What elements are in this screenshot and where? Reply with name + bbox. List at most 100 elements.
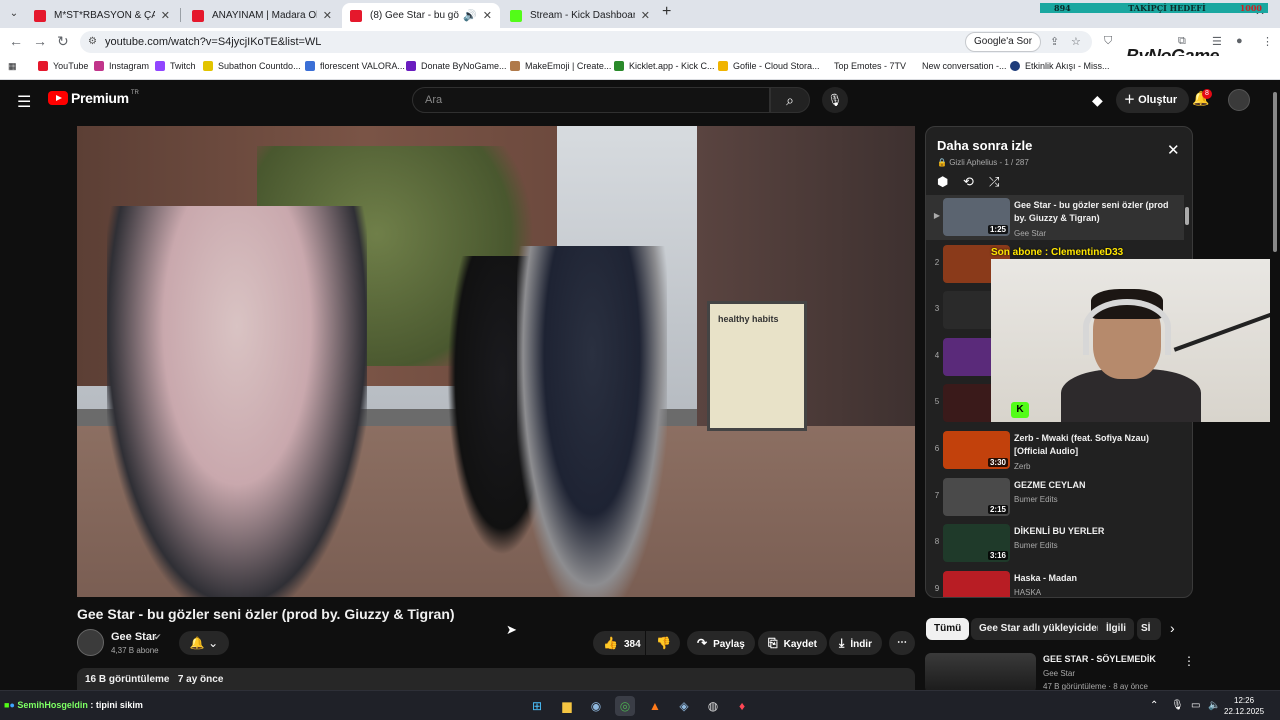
playlist-item[interactable]: 92:56 Haska - Madan HASKA (926, 568, 1184, 597)
save-button[interactable]: ⎘ Kaydet (758, 631, 827, 655)
share-button[interactable]: ↷ Paylaş (687, 631, 755, 655)
chrome-icon[interactable]: ◎ (615, 696, 635, 716)
more-actions-button[interactable]: ⋯ (889, 631, 915, 655)
close-playlist-icon[interactable]: ✕ (1167, 141, 1180, 159)
reload-icon[interactable]: ↻ (57, 33, 69, 50)
like-button[interactable]: 👍 384 (593, 631, 645, 655)
youtube-premium-logo[interactable]: Premium TR (48, 90, 139, 106)
forward-icon[interactable]: → (33, 33, 47, 49)
install-icon[interactable]: ⇪ (1050, 35, 1059, 48)
playlist-item-thumbnail[interactable]: 1:25 (943, 198, 1010, 236)
dislike-button[interactable]: 👎 (646, 631, 680, 655)
tray-volume-icon[interactable]: 🔈 (1208, 700, 1220, 711)
browser-tab-2[interactable]: ANAYİNAM | Madara Olduk #6... ✕ (184, 3, 340, 28)
playlist-item[interactable]: 8 3:16 DİKENLİ BU YERLER Bumer Edits (926, 521, 1184, 566)
file-explorer-icon[interactable]: ▆ (557, 696, 577, 716)
playlist-item-title[interactable]: DİKENLİ BU YERLER (1014, 525, 1174, 538)
brave-icon[interactable]: ▲ (645, 696, 665, 716)
url-field[interactable]: ⚙ youtube.com/watch?v=S4jycjIKoTE&list=W… (80, 31, 1092, 53)
apps-grid-icon[interactable]: ▦ (8, 61, 17, 72)
google-sor-button[interactable]: Google'a Sor (965, 32, 1042, 52)
channel-avatar[interactable] (77, 629, 104, 656)
site-info-icon[interactable]: ⚙ (88, 31, 97, 53)
riot-icon[interactable]: ♦ (732, 696, 752, 716)
user-avatar[interactable] (1228, 89, 1250, 111)
description-box[interactable]: 16 B görüntüleme 7 ay önce (77, 668, 915, 692)
page-scrollbar-thumb[interactable] (1273, 92, 1277, 252)
related-video-title[interactable]: GEE STAR - SÖYLEMEDİK (1043, 654, 1156, 664)
tab-search-icon[interactable]: ⌄ (5, 5, 23, 23)
menu-kebab-icon[interactable]: ⋮ (1262, 35, 1273, 48)
steam-icon[interactable]: ◉ (586, 696, 606, 716)
related-video-thumbnail[interactable] (925, 653, 1036, 693)
bookmark-7tv[interactable]: Top Emotes - 7TV (834, 61, 906, 71)
profile-icon[interactable]: ● (1236, 35, 1243, 47)
chip-all[interactable]: Tümü (926, 618, 970, 640)
playlist-item-thumbnail[interactable]: 2:56 (943, 570, 1010, 597)
new-tab-button[interactable]: + (662, 3, 671, 21)
scrollbar-thumb[interactable] (1185, 207, 1189, 225)
bookmark-donate[interactable]: Donate ByNoGame... (406, 61, 507, 71)
playlist-item-title[interactable]: GEZME CEYLAN (1014, 479, 1174, 492)
close-tab-icon[interactable]: ✕ (641, 9, 650, 22)
voice-search-button[interactable]: 🎙 (822, 87, 848, 113)
playlist-item-thumbnail[interactable]: 2:15 (943, 477, 1010, 516)
playlist-item-thumbnail[interactable]: 3:16 (943, 524, 1010, 563)
playlist-item-title[interactable]: Zerb - Mwaki (feat. Sofiya Nzau) [Offici… (1014, 432, 1174, 458)
video-player[interactable]: healthy habits (77, 126, 915, 597)
shuffle-icon[interactable]: ⤮ (989, 174, 999, 190)
bookmark-makeemoji[interactable]: MakeEmoji | Create... (510, 61, 611, 71)
channel-name[interactable]: Gee Star (111, 631, 156, 643)
playlist-item-title[interactable]: Gee Star - bu gözler seni özler (prod by… (1014, 199, 1174, 225)
bookmark-twitch[interactable]: Twitch (155, 61, 196, 71)
extension-gem-icon[interactable]: ◆ (1092, 92, 1103, 109)
search-button[interactable]: ⌕ (770, 87, 810, 113)
page-scrollbar[interactable] (1270, 80, 1280, 690)
tray-mic-icon[interactable]: 🎙 (1171, 700, 1184, 711)
bookmark-youtube[interactable]: YouTube (38, 61, 88, 71)
related-video-channel[interactable]: Gee Star (1043, 669, 1075, 678)
browser-tab-1[interactable]: M*ST*RBASYON & ÇAY | Madara ✕ (26, 3, 178, 28)
extension-shield-icon[interactable]: ⛉ (1104, 35, 1112, 48)
chip-next[interactable]: Sİ (1137, 618, 1161, 640)
close-tab-icon[interactable]: ✕ (323, 9, 332, 22)
create-button[interactable]: ＋ Oluştur (1116, 87, 1190, 113)
playlist-save-icon[interactable]: ⬢ (937, 174, 948, 190)
playlist-title[interactable]: Daha sonra izle (937, 138, 1032, 153)
bookmark-instagram[interactable]: Instagram (94, 61, 149, 71)
playlist-item-thumbnail[interactable]: 3:30 (943, 431, 1010, 469)
playlist-item[interactable]: 7 2:15 GEZME CEYLAN Bumer Edits (926, 475, 1184, 520)
playlist-item[interactable]: ▶ 1:25 Gee Star - bu gözler seni özler (pr… (926, 195, 1184, 240)
close-tab-icon[interactable]: ✕ (483, 9, 492, 22)
search-input[interactable]: Ara (412, 87, 770, 113)
playlist-owner[interactable]: Aphelius (967, 158, 998, 167)
chevron-right-icon[interactable]: › (1170, 620, 1175, 636)
windows-start-icon[interactable]: ⊞ (527, 696, 547, 716)
obs-icon[interactable]: ◍ (703, 696, 723, 716)
system-clock[interactable]: 12:26 22.12.2025 (1224, 695, 1264, 717)
browser-tab-3-active[interactable]: (8) Gee Star - bu gözler seni 🔊 ✕ (342, 3, 500, 28)
bookmark-etkinlik[interactable]: Etkinlik Akışı - Miss... (1010, 61, 1110, 71)
loop-icon[interactable]: ⟲ (963, 174, 974, 190)
playlist-item[interactable]: 6 3:30 Zerb - Mwaki (feat. Sofiya Nzau) [O… (926, 428, 1184, 473)
download-button[interactable]: ⤓ İndir (829, 631, 882, 655)
subscribed-bell-button[interactable]: 🔔 ⌄ (179, 631, 229, 655)
speaker-icon[interactable]: 🔊 (463, 9, 477, 22)
bookmark-star-icon[interactable]: ☆ (1071, 35, 1081, 48)
browser-tab-4[interactable]: Stream - Kick Dashboard ✕ (502, 3, 658, 28)
chip-from-uploader[interactable]: Gee Star adlı yükleyiciden (971, 618, 1111, 640)
bookmark-kicklet[interactable]: Kicklet.app - Kick C... (614, 61, 715, 71)
steam-icon-2[interactable]: ◈ (674, 696, 694, 716)
bookmark-subathon[interactable]: Subathon Countdo... (203, 61, 301, 71)
playlist-item-title[interactable]: Haska - Madan (1014, 572, 1174, 585)
tray-chevron-up-icon[interactable]: ⌃ (1150, 700, 1158, 711)
hamburger-menu-icon[interactable]: ☰ (17, 92, 31, 112)
bookmark-new-conversation[interactable]: New conversation -... (922, 61, 1007, 71)
chip-related[interactable]: İlgili (1098, 618, 1134, 640)
more-vertical-icon[interactable]: ⋮ (1183, 654, 1195, 668)
close-tab-icon[interactable]: ✕ (161, 9, 170, 22)
bookmark-gofile[interactable]: Gofile - Cloud Stora... (718, 61, 820, 71)
tray-display-icon[interactable]: ▭ (1191, 700, 1200, 711)
bookmark-valorant[interactable]: florescent VALORA... (305, 61, 405, 71)
back-icon[interactable]: ← (9, 33, 23, 49)
